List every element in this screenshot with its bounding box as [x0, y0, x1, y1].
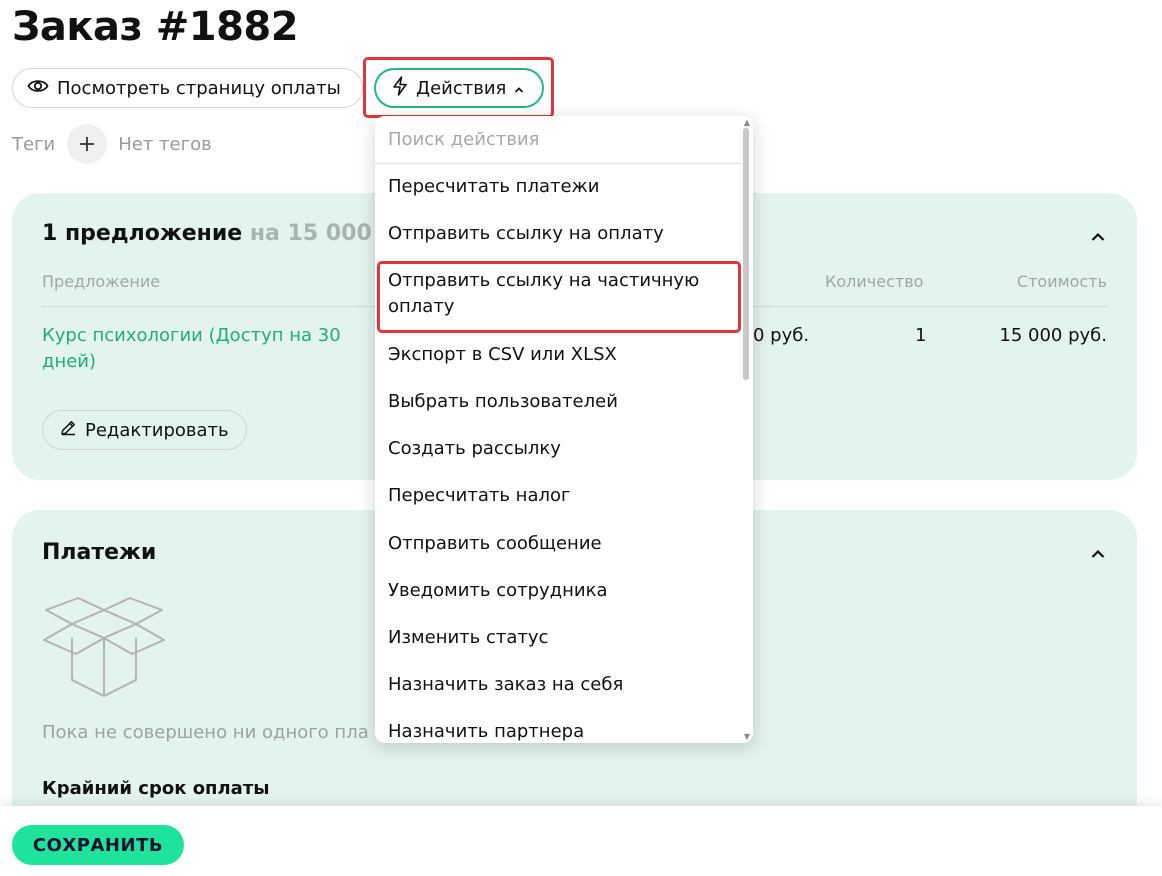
menu-item-assign-partner[interactable]: Назначить партнера [388, 719, 728, 743]
view-payment-page-label: Посмотреть страницу оплаты [57, 77, 341, 99]
offer-name-link[interactable]: Курс психологии (Доступ на 30 дней) [42, 323, 382, 375]
offer-price: 0 руб. [753, 325, 810, 346]
collapse-offer-icon[interactable] [1091, 227, 1105, 241]
menu-item-assign-order-to-self[interactable]: Назначить заказ на себя [388, 672, 728, 698]
edit-button[interactable]: Редактировать [42, 410, 247, 450]
payments-title: Платежи [42, 540, 157, 565]
menu-item-notify-employee[interactable]: Уведомить сотрудника [388, 578, 728, 604]
payments-empty-text: Пока не совершено ни одного пла [42, 722, 369, 743]
menu-item-send-payment-link[interactable]: Отправить ссылку на оплату [388, 221, 728, 247]
scroll-up-arrow-icon[interactable]: ▲ [744, 118, 750, 127]
column-header-quantity: Количество [825, 272, 924, 291]
offer-cost: 15 000 руб. [999, 325, 1107, 346]
offer-quantity: 1 [915, 325, 927, 346]
menu-item-recalculate-tax[interactable]: Пересчитать налог [388, 483, 728, 509]
dropdown-scrollbar[interactable] [743, 128, 749, 380]
menu-item-change-status[interactable]: Изменить статус [388, 625, 728, 651]
actions-button-highlight [363, 57, 554, 118]
menu-item-export-csv-xlsx[interactable]: Экспорт в CSV или XLSX [388, 342, 728, 368]
offer-count: 1 предложение [42, 221, 243, 246]
offer-card-title: 1 предложение на 15 000 р [42, 221, 395, 246]
column-header-offer: Предложение [42, 272, 161, 291]
partial-payment-item-highlight [377, 261, 741, 333]
add-tag-button[interactable] [67, 124, 108, 164]
menu-item-send-message[interactable]: Отправить сообщение [388, 531, 728, 557]
payment-deadline-label: Крайний срок оплаты [42, 778, 270, 799]
action-search-input[interactable] [375, 116, 741, 164]
collapse-payments-icon[interactable] [1091, 544, 1105, 558]
tags-empty-text: Нет тегов [118, 133, 212, 155]
tags-row: Теги Нет тегов [12, 124, 212, 164]
tags-label: Теги [12, 133, 56, 155]
offer-total: на 15 000 р [242, 221, 396, 246]
menu-item-create-mailing[interactable]: Создать рассылку [388, 436, 728, 462]
view-payment-page-button[interactable]: Посмотреть страницу оплаты [12, 68, 363, 108]
menu-item-recalculate-payments[interactable]: Пересчитать платежи [388, 174, 728, 200]
plus-icon [80, 137, 95, 151]
actions-dropdown: Пересчитать платежи Отправить ссылку на … [375, 116, 753, 743]
eye-icon [27, 78, 49, 99]
pencil-icon [59, 419, 77, 442]
column-header-cost: Стоимость [1016, 272, 1107, 291]
scroll-down-arrow-icon[interactable]: ▼ [744, 732, 750, 741]
save-button[interactable]: СОХРАНИТЬ [12, 825, 184, 865]
page-title: Заказ #1882 [12, 4, 299, 50]
footer-bar: СОХРАНИТЬ [0, 806, 1162, 876]
empty-box-icon [40, 594, 168, 710]
menu-item-select-users[interactable]: Выбрать пользователей [388, 389, 728, 415]
edit-label: Редактировать [85, 419, 229, 441]
